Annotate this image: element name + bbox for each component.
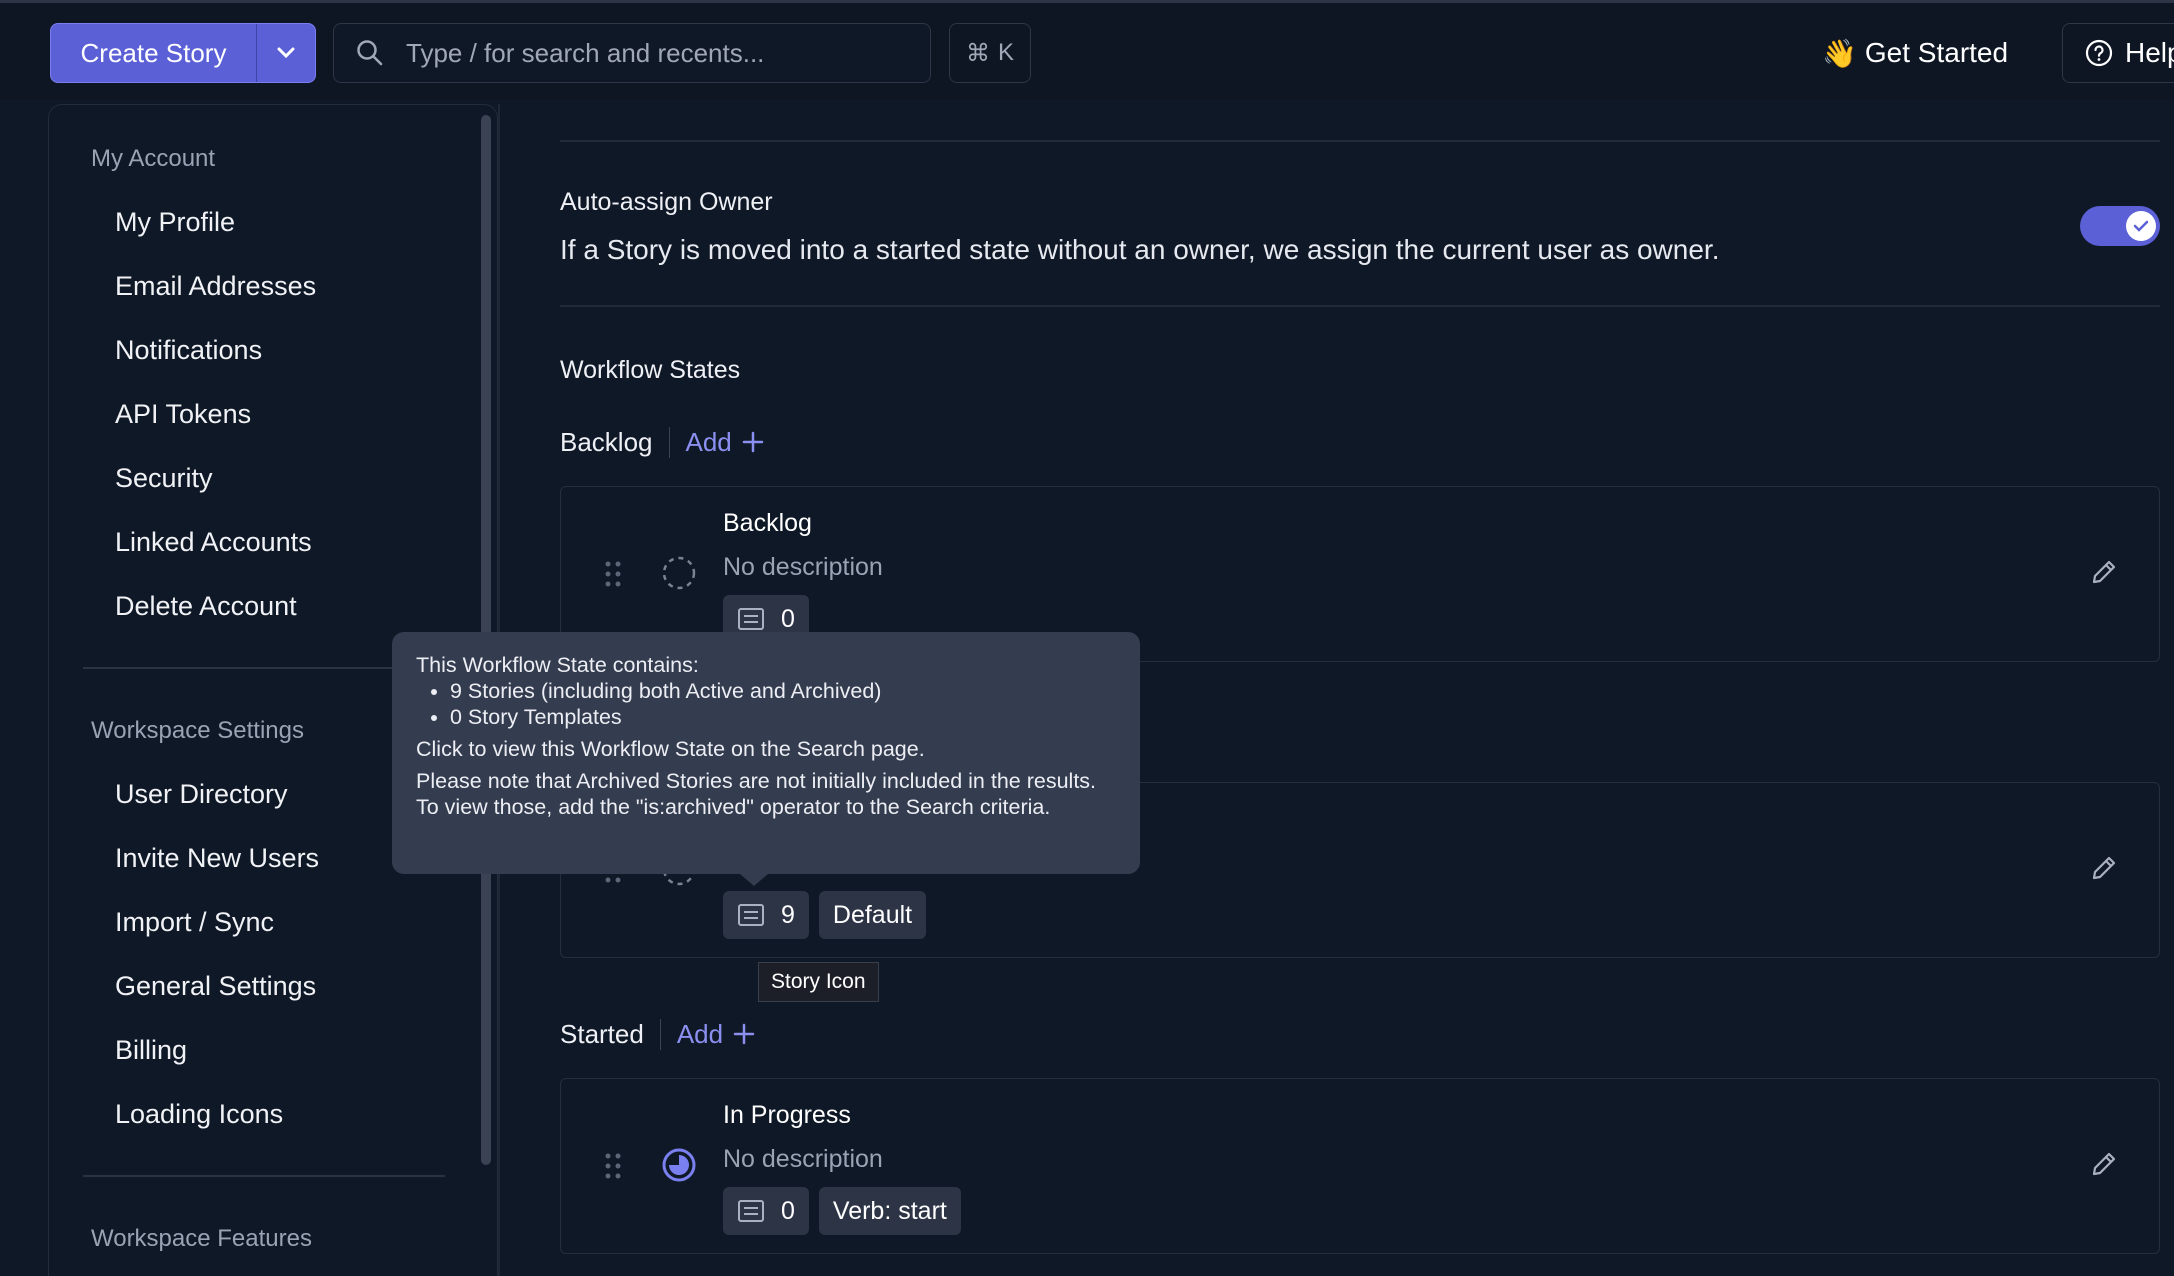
sidebar-item-email-addresses[interactable]: Email Addresses	[115, 271, 316, 302]
search-input[interactable]: Type / for search and recents...	[333, 23, 931, 83]
get-started-label: Get Started	[1864, 37, 2009, 68]
tooltip-list-item: 0 Story Templates	[450, 704, 1116, 730]
state-title: Backlog	[723, 509, 812, 537]
plus-icon	[742, 431, 764, 453]
edit-icon[interactable]	[2089, 1149, 2119, 1179]
tooltip-list: 9 Stories (including both Active and Arc…	[450, 678, 1116, 730]
help-icon	[2085, 39, 2113, 67]
sidebar-item-notifications[interactable]: Notifications	[115, 335, 262, 366]
sidebar-item-my-profile[interactable]: My Profile	[115, 207, 235, 238]
help-label: Help	[2125, 37, 2174, 68]
story-count-chip[interactable]: 9	[723, 891, 809, 939]
story-icon-tooltip: Story Icon	[758, 962, 879, 1002]
add-state-button[interactable]: Add	[661, 1019, 755, 1050]
check-icon	[2133, 220, 2149, 232]
drag-handle-icon[interactable]	[605, 561, 621, 587]
edit-icon[interactable]	[2089, 853, 2119, 883]
edit-icon[interactable]	[2089, 557, 2119, 587]
top-bar: Create Story Type / for search and recen…	[0, 0, 2174, 100]
create-story-dropdown[interactable]	[257, 24, 315, 82]
state-title: In Progress	[723, 1101, 851, 1129]
add-label: Add	[685, 426, 732, 457]
tooltip-intro: This Workflow State contains:	[416, 653, 699, 677]
sidebar-item-billing[interactable]: Billing	[115, 1035, 187, 1066]
story-count: 0	[781, 604, 795, 633]
in-progress-state-icon	[662, 1148, 696, 1182]
story-icon	[738, 904, 764, 926]
story-count: 0	[781, 1196, 795, 1225]
section-my-account: My Account	[91, 145, 216, 172]
tooltip-arrow	[740, 874, 768, 886]
story-icon	[738, 608, 764, 630]
section-divider	[560, 305, 2160, 307]
story-icon	[738, 1200, 764, 1222]
auto-assign-description: If a Story is moved into a started state…	[560, 234, 1720, 265]
auto-assign-toggle[interactable]	[2080, 206, 2160, 246]
shortcut-key: K	[997, 39, 1014, 66]
sidebar-item-api-tokens[interactable]: API Tokens	[115, 399, 251, 430]
search-icon	[357, 40, 383, 66]
story-count-chip[interactable]: 0	[723, 1187, 809, 1235]
drag-handle-icon[interactable]	[605, 1153, 621, 1179]
state-description: No description	[723, 553, 883, 581]
sidebar-item-security[interactable]: Security	[115, 463, 213, 494]
section-workspace-settings: Workspace Settings	[91, 717, 304, 744]
story-count: 9	[781, 900, 795, 929]
sidebar-item-delete-account[interactable]: Delete Account	[115, 591, 297, 622]
command-icon: ⌘	[965, 39, 990, 67]
state-description: No description	[723, 1145, 883, 1173]
add-label: Add	[676, 1018, 724, 1049]
sidebar-item-linked-accounts[interactable]: Linked Accounts	[115, 527, 312, 558]
toggle-knob	[2126, 211, 2156, 241]
backlog-state-icon	[662, 556, 696, 590]
sidebar-divider	[83, 667, 445, 669]
group-started-header: Started Add	[560, 1014, 755, 1054]
create-story-button[interactable]: Create Story	[50, 23, 316, 83]
sidebar-item-user-directory[interactable]: User Directory	[115, 779, 288, 810]
help-button[interactable]: Help	[2062, 23, 2174, 83]
wave-icon: 👋	[1822, 37, 1857, 69]
tooltip-note: Please note that Archived Stories are no…	[416, 769, 1097, 819]
section-divider	[560, 140, 2160, 142]
workflow-states-title: Workflow States	[560, 356, 741, 384]
plus-icon	[733, 1023, 755, 1045]
workflow-state-tooltip: This Workflow State contains: 9 Stories …	[392, 632, 1140, 886]
sidebar-item-loading-icons[interactable]: Loading Icons	[115, 1099, 283, 1130]
workflow-state-card[interactable]: In Progress No description 0 Verb: start	[560, 1078, 2160, 1254]
tooltip-line: Click to view this Workflow State on the…	[416, 737, 925, 761]
auto-assign-title: Auto-assign Owner	[560, 188, 773, 216]
sidebar-item-invite-new-users[interactable]: Invite New Users	[115, 843, 319, 874]
group-backlog-header: Backlog Add	[560, 422, 764, 462]
search-shortcut[interactable]: ⌘ K	[949, 23, 1031, 83]
state-chips: 9 Default	[723, 891, 927, 939]
section-workspace-features: Workspace Features	[91, 1225, 312, 1252]
sidebar-item-general-settings[interactable]: General Settings	[115, 971, 316, 1002]
add-state-button[interactable]: Add	[670, 427, 764, 458]
tooltip-list-item: 9 Stories (including both Active and Arc…	[450, 678, 1116, 704]
state-chips: 0 Verb: start	[723, 1187, 961, 1235]
group-name: Started	[560, 1018, 661, 1050]
verb-badge: Verb: start	[818, 1187, 961, 1235]
group-name: Backlog	[560, 426, 670, 458]
create-story-label[interactable]: Create Story	[51, 24, 257, 82]
search-placeholder: Type / for search and recents...	[406, 37, 765, 68]
get-started-button[interactable]: 👋 Get Started	[1822, 27, 2008, 79]
chevron-down-icon	[277, 47, 295, 59]
default-badge: Default	[818, 891, 927, 939]
sidebar-divider	[83, 1175, 445, 1177]
sidebar-item-import-sync[interactable]: Import / Sync	[115, 907, 274, 938]
